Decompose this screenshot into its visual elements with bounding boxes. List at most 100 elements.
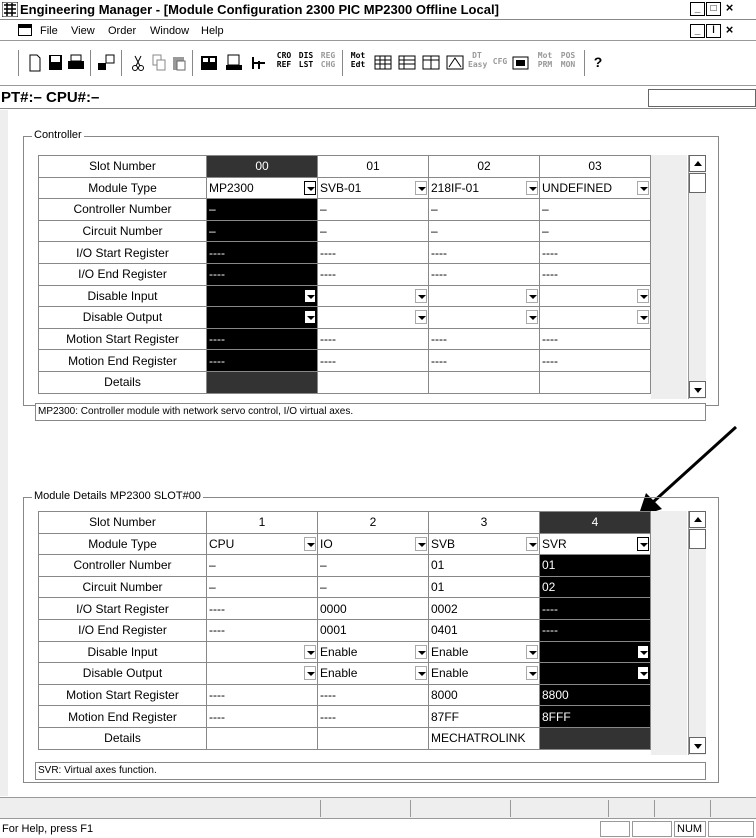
cell-dis_out[interactable]: Enable [317, 662, 429, 685]
cell-io_end[interactable]: ---- [539, 618, 651, 642]
cell-ctrl[interactable]: – [206, 554, 318, 577]
cell-io_start[interactable]: ---- [539, 597, 651, 620]
paste-icon[interactable] [171, 51, 187, 75]
cell-io_start[interactable]: ---- [206, 241, 318, 264]
menu-help[interactable]: Help [201, 25, 224, 37]
copy-icon[interactable] [151, 51, 167, 75]
document-icon[interactable] [18, 24, 32, 36]
dt-easy-icon[interactable]: DT Easy [468, 51, 487, 69]
dropdown-arrow-icon[interactable] [415, 644, 427, 659]
dropdown-arrow-icon[interactable] [637, 288, 649, 303]
dropdown-arrow-icon[interactable] [304, 644, 316, 659]
dropdown-arrow-icon[interactable] [304, 666, 316, 681]
dropdown-arrow-icon[interactable] [637, 666, 649, 681]
cell-mot_start[interactable]: ---- [317, 327, 429, 351]
cell-dis_out[interactable] [539, 662, 651, 685]
cell-circ[interactable]: 02 [539, 575, 651, 599]
cell-type[interactable]: CPU [206, 532, 318, 556]
cell-mot_end[interactable]: ---- [206, 705, 318, 728]
cell-type[interactable]: MP2300 [206, 176, 318, 200]
dropdown-arrow-icon[interactable] [415, 666, 427, 681]
cell-ctrl[interactable]: – [206, 198, 318, 221]
cell-details[interactable] [317, 726, 429, 750]
cell-io_start[interactable]: ---- [317, 241, 429, 264]
cell-mot_start[interactable]: 8800 [539, 683, 651, 707]
cro-ref-icon[interactable]: CRO REF [274, 51, 294, 69]
cell-type[interactable]: SVB-01 [317, 176, 429, 200]
pos-icon[interactable] [446, 51, 464, 75]
cell-details[interactable] [428, 370, 540, 394]
scroll-thumb[interactable] [689, 529, 706, 549]
dropdown-arrow-icon[interactable] [526, 644, 538, 659]
cell-mot_end[interactable]: ---- [206, 349, 318, 372]
dropdown-arrow-icon[interactable] [415, 310, 427, 325]
cell-type[interactable]: 218IF-01 [428, 176, 540, 200]
dropdown-arrow-icon[interactable] [637, 180, 649, 195]
cell-dis_in[interactable] [206, 284, 318, 308]
cell-circ[interactable]: – [539, 219, 651, 243]
new-doc-icon[interactable] [27, 51, 43, 75]
cell-ctrl[interactable]: 01 [539, 554, 651, 577]
mot-int-icon[interactable] [422, 51, 440, 75]
cell-mot_start[interactable]: ---- [317, 683, 429, 707]
cell-mot_start[interactable]: ---- [428, 327, 540, 351]
cell-dis_out[interactable] [206, 662, 318, 685]
cell-dis_in[interactable]: Enable [317, 640, 429, 664]
scroll-thumb[interactable] [689, 173, 706, 193]
menu-view[interactable]: View [71, 25, 95, 37]
dropdown-arrow-icon[interactable] [637, 310, 649, 325]
minimize-button[interactable]: _ [690, 2, 705, 16]
cell-details[interactable] [539, 370, 651, 394]
print-icon[interactable] [67, 51, 85, 75]
cell-io_end[interactable]: ---- [539, 262, 651, 286]
cell-mot_end[interactable]: ---- [317, 705, 429, 728]
dropdown-arrow-icon[interactable] [415, 536, 427, 551]
cell-mot_end[interactable]: ---- [317, 349, 429, 372]
dropdown-arrow-icon[interactable] [304, 288, 316, 303]
cell-details[interactable] [206, 726, 318, 750]
cell-io_end[interactable]: ---- [317, 262, 429, 286]
dropdown-arrow-icon[interactable] [526, 536, 538, 551]
cell-circ[interactable]: – [317, 575, 429, 599]
cell-dis_in[interactable] [206, 640, 318, 664]
cell-dis_out[interactable] [206, 306, 318, 329]
cell-dis_in[interactable] [539, 640, 651, 664]
cell-dis_out[interactable]: Enable [428, 662, 540, 685]
cell-dis_in[interactable] [539, 284, 651, 308]
cell-type[interactable]: SVB [428, 532, 540, 556]
dropdown-arrow-icon[interactable] [304, 180, 316, 195]
cell-io_start[interactable]: 0000 [317, 597, 429, 620]
cell-io_start[interactable]: ---- [428, 241, 540, 264]
cell-details[interactable] [539, 726, 651, 750]
dropdown-arrow-icon[interactable] [304, 310, 316, 325]
ladder-icon[interactable] [250, 51, 268, 75]
cell-circ[interactable]: – [206, 219, 318, 243]
cell-io_end[interactable]: ---- [428, 262, 540, 286]
scroll-down-icon[interactable] [689, 737, 706, 754]
cfg-icon[interactable]: CFG [490, 51, 510, 73]
register-icon[interactable] [225, 51, 243, 75]
cell-dis_in[interactable] [317, 284, 429, 308]
child-minimize-button[interactable]: _ [690, 24, 705, 38]
dropdown-arrow-icon[interactable] [526, 180, 538, 195]
module-icon[interactable] [200, 51, 218, 75]
cell-dis_in[interactable]: Enable [428, 640, 540, 664]
maximize-button[interactable]: □ [706, 2, 721, 16]
cell-circ[interactable]: – [206, 575, 318, 599]
transfer-icon[interactable] [97, 51, 115, 75]
cell-mot_start[interactable]: 8000 [428, 683, 540, 707]
cell-mot_end[interactable]: ---- [539, 349, 651, 372]
cell-dis_out[interactable] [317, 306, 429, 329]
mot-prm-icon[interactable]: Mot PRM [536, 51, 554, 69]
pos-mon-icon[interactable]: POS MON [558, 51, 578, 69]
cell-mot_start[interactable]: ---- [206, 683, 318, 707]
menu-order[interactable]: Order [108, 25, 136, 37]
cell-ctrl[interactable]: 01 [428, 554, 540, 577]
cell-ctrl[interactable]: – [428, 198, 540, 221]
cell-type[interactable]: UNDEFINED [539, 176, 651, 200]
cell-mot_end[interactable]: ---- [428, 349, 540, 372]
cell-io_end[interactable]: 0401 [428, 618, 540, 642]
module-details-scrollbar[interactable] [688, 511, 706, 755]
dropdown-arrow-icon[interactable] [526, 666, 538, 681]
cell-circ[interactable]: – [317, 219, 429, 243]
